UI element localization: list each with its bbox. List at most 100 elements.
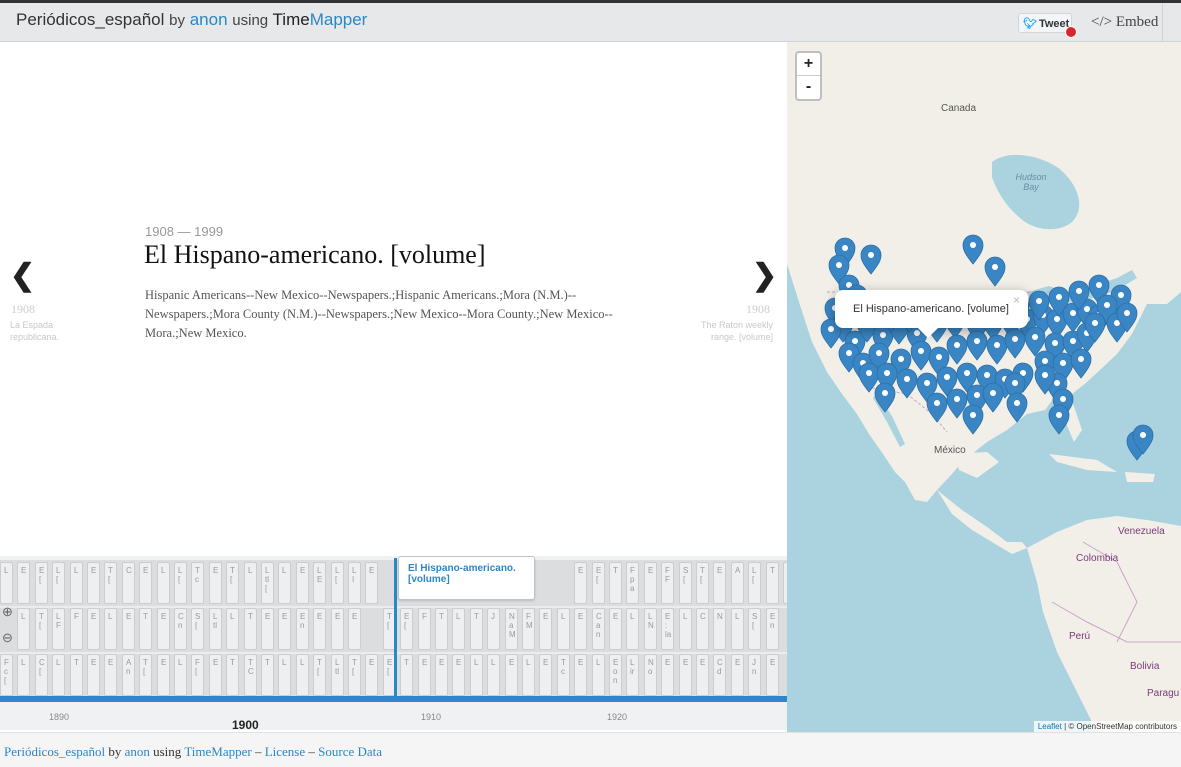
timeline-marker[interactable]: L [278,562,291,604]
timeline-marker[interactable]: E [17,562,30,604]
timeline-marker[interactable]: A [731,562,744,604]
timeline-marker[interactable]: E [348,608,361,650]
timeline-marker[interactable]: E [731,654,744,696]
timeline-marker[interactable]: E [ [400,608,413,650]
timeline-zoom-out-icon[interactable]: ⊖ [2,630,20,648]
timeline-marker[interactable]: T [ [104,562,117,604]
timeline-marker[interactable]: L [0,562,13,604]
timeline-marker[interactable]: L tl [331,654,344,696]
timeline-marker[interactable]: T c [557,654,570,696]
timeline-marker[interactable]: L ir [626,654,639,696]
timeline-marker[interactable]: L [557,608,570,650]
timeline-marker[interactable]: L [52,654,65,696]
timeline-marker[interactable]: N [713,608,726,650]
timeline-zoom-in-icon[interactable]: ⊕ [2,604,20,622]
timeline-marker[interactable]: L I [348,562,361,604]
active-marker-flag[interactable]: El Hispano-americano. [volume] [398,556,535,600]
timeline-marker[interactable]: E o n [609,654,622,696]
timeline-marker[interactable]: E [365,654,378,696]
timeline-marker[interactable]: S [ [748,608,761,650]
timeline-marker[interactable]: E [766,654,779,696]
timeline-marker[interactable]: E [696,654,709,696]
timeline-marker[interactable]: E [661,654,674,696]
timeline-marker[interactable]: E [104,654,117,696]
timeline-marker[interactable]: L [296,654,309,696]
timeline-marker[interactable]: E [278,608,291,650]
timeline-marker[interactable]: F [ [191,654,204,696]
timeline-marker[interactable]: T [766,562,779,604]
app-logo[interactable]: TimeMapper [273,10,368,29]
next-slide-arrow-icon[interactable]: ❯ [752,258,777,293]
leaflet-link[interactable]: Leaflet [1038,722,1062,731]
footer-dataset-link[interactable]: Periódicos_español [4,744,105,759]
timeline-marker[interactable]: F [418,608,431,650]
timeline-marker[interactable]: F F [661,562,674,604]
timeline-marker[interactable]: E [331,608,344,650]
timeline-marker[interactable]: T [261,654,274,696]
timeline-marker[interactable]: E [713,562,726,604]
timeline-marker[interactable]: L [ [174,562,187,604]
timeline[interactable]: LEE [L [L E T [C E L L [T cET [L L tl [L E L EL … [0,556,787,730]
timeline-marker[interactable]: E [539,654,552,696]
timeline-marker[interactable]: C n [174,608,187,650]
timeline-marker[interactable]: T [400,654,413,696]
timeline-marker[interactable]: F M [522,608,535,650]
map-zoom-in-button[interactable]: + [797,53,820,76]
previous-slide-title[interactable]: La Espada republicana. [10,319,90,343]
timeline-marker[interactable]: T [435,608,448,650]
timeline-marker[interactable]: L [ [748,562,761,604]
timeline-marker[interactable]: T [470,608,483,650]
timeline-marker[interactable]: E [505,654,518,696]
timeline-marker[interactable]: S [ [191,608,204,650]
map-marker-pin-icon[interactable] [1048,404,1070,435]
next-slide-title[interactable]: The Raton weekly range. [volume] [700,319,773,343]
timeline-marker[interactable]: E [644,562,657,604]
timeline-marker[interactable]: E [ [35,562,48,604]
timeline-marker[interactable]: T [ [313,654,326,696]
timeline-marker[interactable]: T [ [348,654,361,696]
timeline-marker[interactable]: L [626,608,639,650]
timeline-marker[interactable]: L [679,608,692,650]
embed-button[interactable]: </> Embed [1091,14,1158,31]
timeline-marker[interactable]: C [ [35,654,48,696]
timeline-marker[interactable]: E [452,654,465,696]
timeline-marker[interactable]: E [209,562,222,604]
timeline-marker[interactable]: E [122,608,135,650]
timeline-marker[interactable]: L [70,562,83,604]
previous-slide-arrow-icon[interactable]: ❮ [10,258,35,293]
timeline-marker[interactable]: L E [313,562,326,604]
footer-author-link[interactable]: anon [125,744,150,759]
timeline-marker[interactable]: L [17,654,30,696]
timeline-marker[interactable]: E [157,654,170,696]
timeline-marker[interactable]: L [470,654,483,696]
author-link[interactable]: anon [190,10,228,29]
timeline-marker[interactable]: L F [52,608,65,650]
popup-close-icon[interactable]: × [1013,293,1020,307]
timeline-marker[interactable]: E [365,562,378,604]
timeline-marker[interactable]: E [157,608,170,650]
map-zoom-out-button[interactable]: - [797,76,820,99]
timeline-marker[interactable]: T [ [139,654,152,696]
timeline-marker[interactable]: L [278,654,291,696]
timeline-marker[interactable]: E [87,608,100,650]
timeline-marker[interactable]: J [487,608,500,650]
timeline-marker[interactable]: T [244,608,257,650]
timeline-marker[interactable]: T [ [35,608,48,650]
timeline-marker[interactable]: L [244,562,257,604]
timeline-marker[interactable]: N o [644,654,657,696]
footer-license-link[interactable]: License [265,744,305,759]
timeline-marker[interactable]: E [609,608,622,650]
tweet-button[interactable]: 🐦︎ Tweet [1018,13,1077,38]
footer-app-link[interactable]: TimeMapper [184,744,251,759]
timeline-marker[interactable]: E [ [592,562,605,604]
timeline-marker[interactable]: E [679,654,692,696]
timeline-marker[interactable]: A n [122,654,135,696]
timeline-marker[interactable]: L [731,608,744,650]
timeline-marker[interactable]: E [296,562,309,604]
timeline-marker[interactable]: T [609,562,622,604]
timeline-marker[interactable]: L [592,654,605,696]
timeline-marker[interactable]: E [209,654,222,696]
timeline-marker[interactable]: J n [748,654,761,696]
timeline-marker[interactable]: L tl [ [261,562,274,604]
osm-attribution[interactable]: | © OpenStreetMap contributors [1064,722,1177,731]
